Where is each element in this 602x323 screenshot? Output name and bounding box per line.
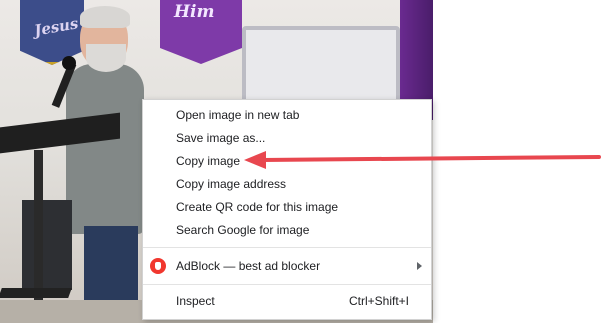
menu-separator [143, 247, 431, 248]
menu-item-copy-image-address[interactable]: Copy image address [143, 173, 431, 196]
context-menu: Open image in new tab Save image as... C… [142, 99, 432, 320]
menu-item-inspect[interactable]: Inspect Ctrl+Shift+I [143, 290, 431, 313]
menu-item-adblock[interactable]: AdBlock — best ad blocker [143, 253, 431, 279]
speaker-beard [86, 44, 126, 72]
speaker-hair [80, 6, 130, 28]
menu-item-label: Copy image address [176, 177, 287, 191]
menu-item-label: Search Google for image [176, 223, 310, 237]
speaker-body [66, 64, 144, 234]
menu-item-create-qr-code[interactable]: Create QR code for this image [143, 196, 431, 219]
menu-separator [143, 284, 431, 285]
submenu-arrow-icon [417, 262, 422, 270]
menu-item-label: Copy image [176, 154, 241, 168]
menu-item-label: AdBlock — best ad blocker [176, 259, 321, 273]
microphone-head [62, 56, 76, 70]
equipment-case [22, 200, 72, 290]
menu-item-open-image-new-tab[interactable]: Open image in new tab [143, 104, 431, 127]
menu-item-save-image-as[interactable]: Save image as... [143, 127, 431, 150]
inspect-shortcut: Ctrl+Shift+I [348, 294, 409, 308]
menu-item-label: Save image as... [176, 131, 266, 145]
adblock-icon [150, 258, 166, 274]
menu-item-copy-image[interactable]: Copy image [143, 150, 431, 173]
banner-middle-text: Him [174, 2, 215, 22]
menu-item-label: Open image in new tab [176, 108, 300, 122]
podium-base [0, 288, 72, 298]
menu-item-label: Create QR code for this image [176, 200, 339, 214]
menu-item-search-google-image[interactable]: Search Google for image [143, 219, 431, 242]
podium-stand [34, 150, 43, 300]
menu-item-label: Inspect [176, 294, 215, 308]
